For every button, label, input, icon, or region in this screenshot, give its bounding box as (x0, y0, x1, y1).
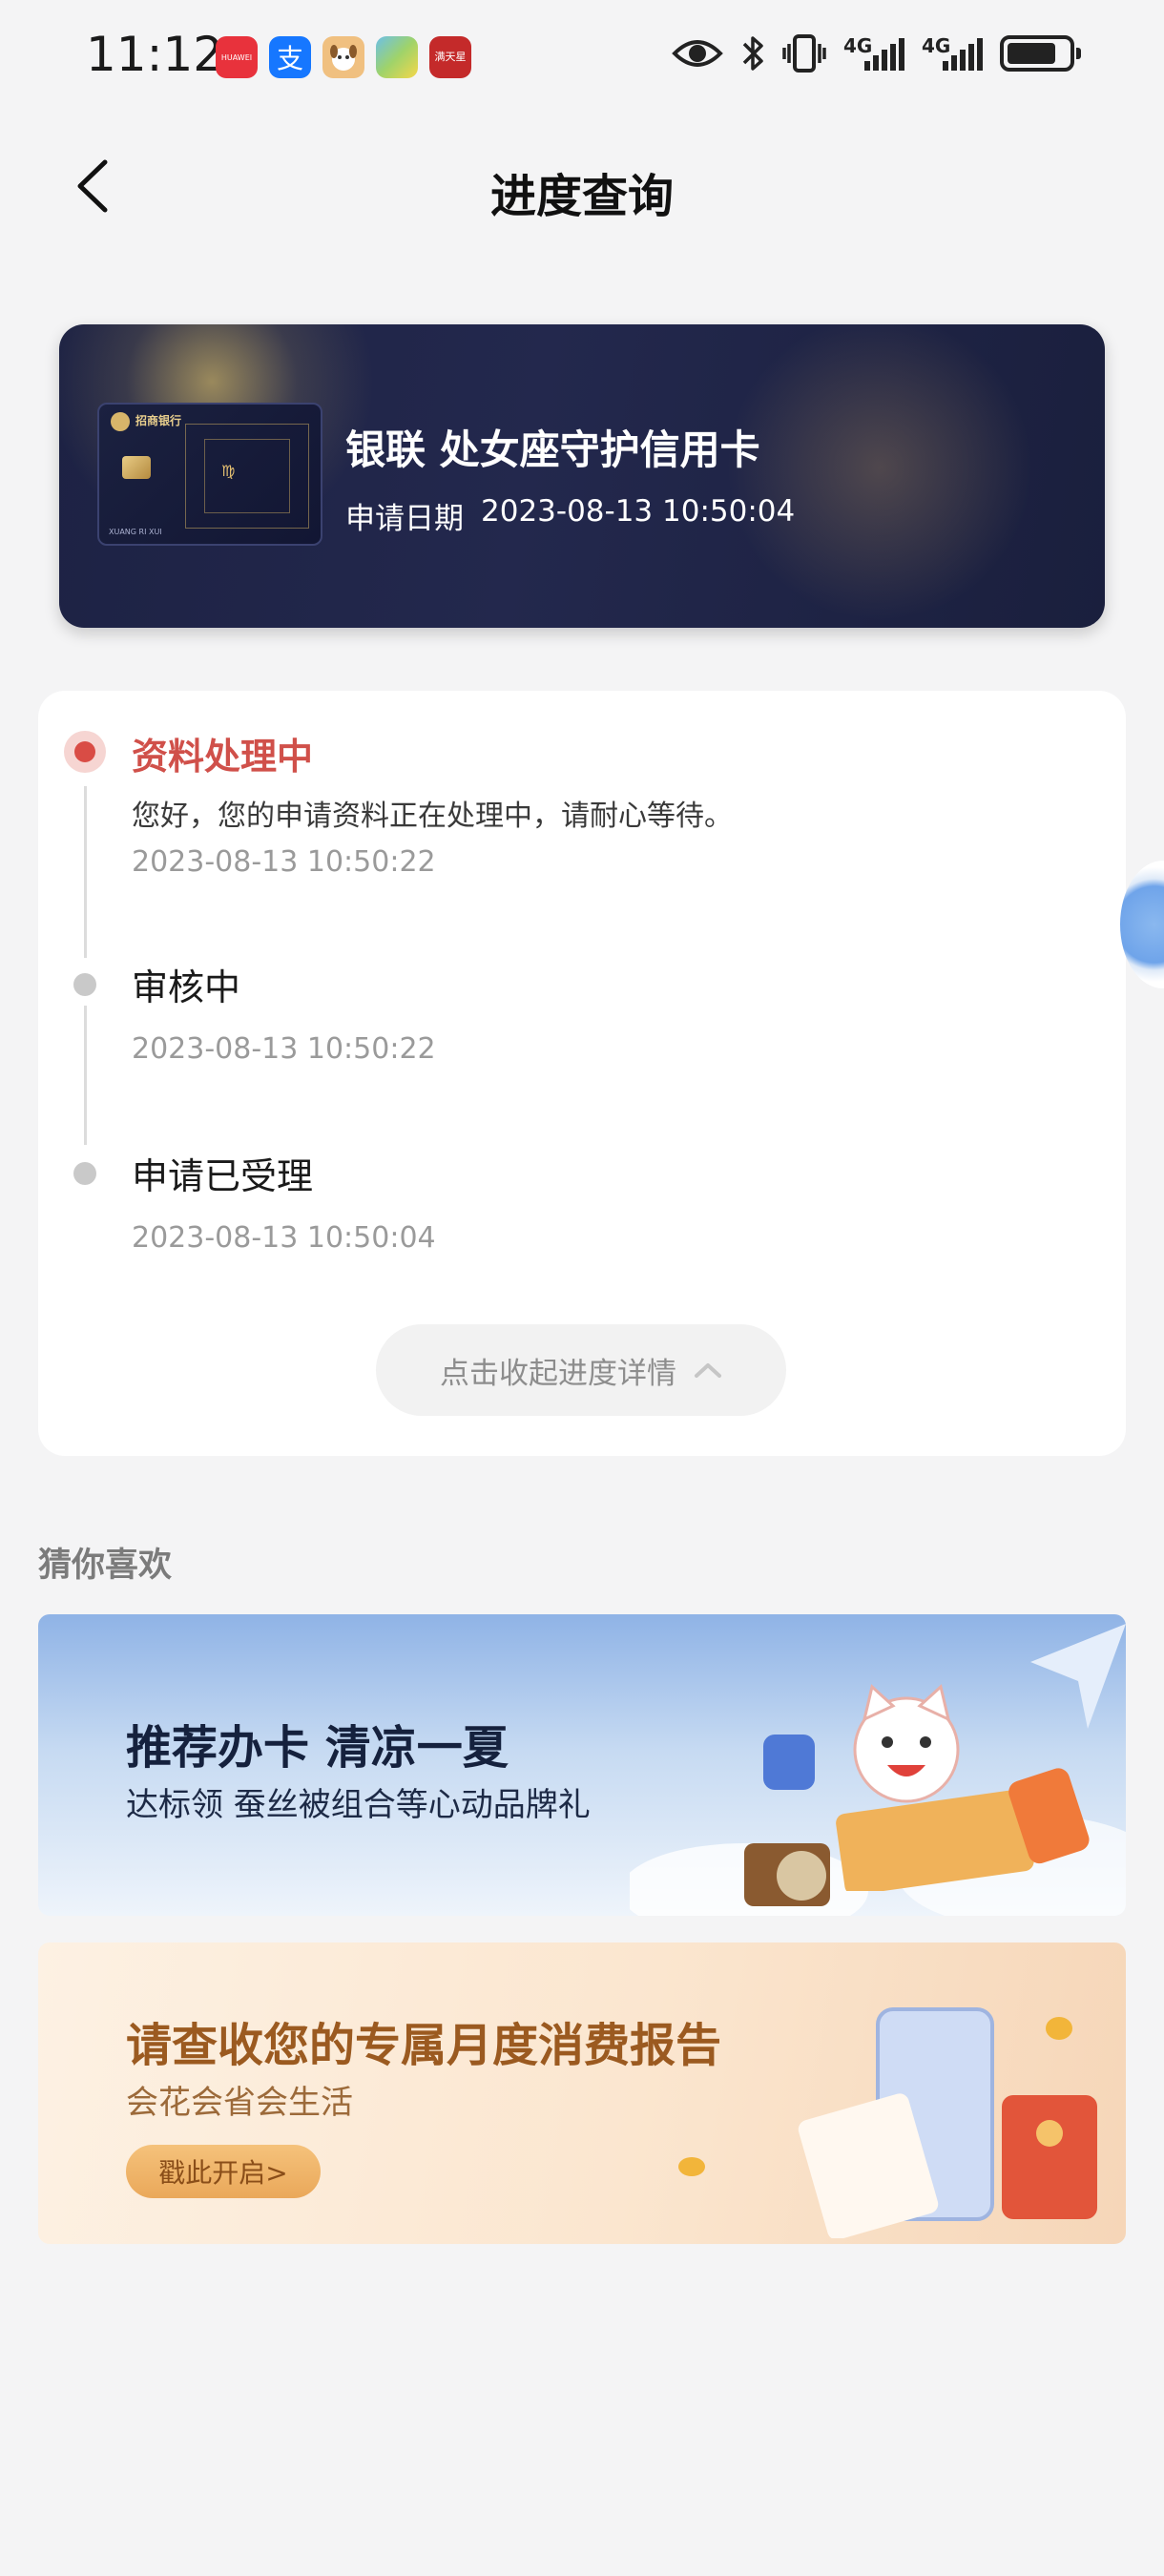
card-bank-name: 招商银行 (135, 414, 182, 427)
card-banner: 招商银行 ♍ XUANG RI XUI 银联 处女座守护信用卡 申请日期 202… (59, 324, 1105, 628)
timeline-line (84, 1006, 87, 1145)
virgo-symbol-icon: ♍ (221, 462, 236, 480)
banner-headline: 请查收您的专属月度消费报告 (126, 2019, 722, 2072)
card-product-name: 银联 处女座守护信用卡 (345, 426, 760, 473)
active-step-dot-icon (64, 731, 106, 773)
credit-card-image: 招商银行 ♍ XUANG RI XUI (97, 403, 322, 546)
promo-banner-card-apply[interactable]: 推荐办卡 清凉一夏 达标领 蚕丝被组合等心动品牌礼 (38, 1614, 1126, 1916)
battery-icon (1000, 35, 1081, 72)
clock: 11:12 (86, 27, 224, 82)
dog-app-icon (322, 36, 364, 78)
vibrate-icon (782, 34, 826, 73)
huawei-appgallery-icon: HUAWEI (216, 36, 258, 78)
bluetooth-icon (742, 36, 763, 71)
step-time: 2023-08-13 10:50:22 (132, 845, 436, 879)
collapse-progress-label: 点击收起进度详情 (440, 1356, 676, 1391)
floating-assistant-icon[interactable] (1120, 861, 1164, 988)
bank-logo-icon (111, 412, 130, 431)
step-time: 2023-08-13 10:50:22 (132, 1032, 436, 1066)
recommend-section-title: 猜你喜欢 (38, 1547, 173, 1585)
step-description: 您好，您的申请资料正在处理中，请耐心等待。 (132, 800, 733, 833)
signal-icon: 4G (843, 32, 904, 74)
paper-plane-icon (1030, 1624, 1126, 1729)
step-title: 资料处理中 (132, 736, 314, 778)
step-dot-icon (73, 1162, 96, 1185)
coin-icon (678, 2157, 705, 2176)
banner-subtitle: 会花会省会生活 (126, 2084, 353, 2122)
chevron-up-icon (695, 1363, 721, 1378)
promo-banner-monthly-report[interactable]: 请查收您的专属月度消费报告 会花会省会生活 戳此开启> (38, 1942, 1126, 2244)
nav-header: 进度查询 (0, 134, 1164, 239)
step-title: 审核中 (132, 966, 241, 1008)
page-title: 进度查询 (489, 170, 674, 223)
alipay-icon: 支 (269, 36, 311, 78)
banner-headline: 推荐办卡 清凉一夏 (126, 1721, 509, 1775)
system-icons: 4G 4G (672, 32, 1081, 74)
collapse-progress-button[interactable]: 点击收起进度详情 (376, 1324, 786, 1416)
step-title: 申请已受理 (132, 1155, 314, 1197)
application-date-label: 申请日期 (345, 502, 464, 536)
card-holder-name: XUANG RI XUI (109, 528, 162, 536)
step-time: 2023-08-13 10:50:04 (132, 1221, 436, 1255)
eye-icon (672, 40, 723, 67)
handbag-icon (744, 1843, 830, 1906)
game-app-icon (376, 36, 418, 78)
status-bar: 11:12 HUAWEI 支 满天星 4G 4G (0, 0, 1164, 114)
progress-panel: 资料处理中 您好，您的申请资料正在处理中，请耐心等待。 2023-08-13 1… (38, 691, 1126, 1456)
application-date: 申请日期 2023-08-13 10:50:04 (345, 494, 795, 537)
step-dot-icon (73, 973, 96, 996)
banner-subtitle: 达标领 蚕丝被组合等心动品牌礼 (126, 1786, 591, 1824)
coin-icon (1046, 2017, 1072, 2040)
timeline-line (84, 786, 87, 958)
suitcase-icon (1008, 1768, 1090, 1864)
notification-apps: HUAWEI 支 满天星 (216, 36, 471, 78)
red-app-icon: 满天星 (429, 36, 471, 78)
card-chip-icon (122, 456, 151, 479)
backpack-icon (763, 1735, 815, 1790)
application-date-value: 2023-08-13 10:50:04 (481, 494, 796, 529)
signal-icon: 4G (922, 32, 983, 74)
open-report-button[interactable]: 戳此开启> (126, 2145, 321, 2198)
